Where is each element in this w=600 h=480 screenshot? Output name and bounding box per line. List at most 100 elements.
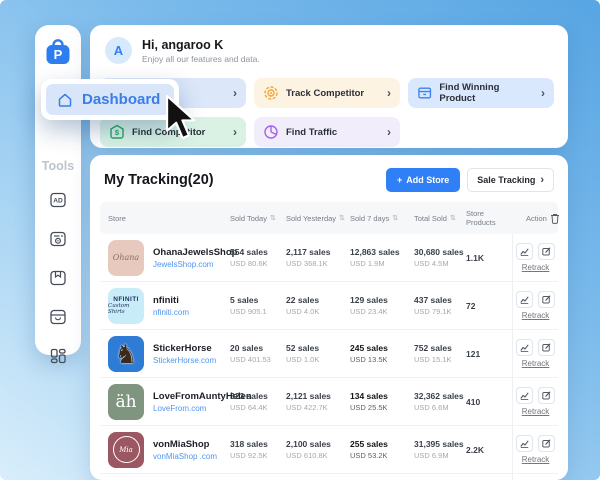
sold-7-days-usd: USD 13.5K — [350, 355, 414, 364]
sold-7-days-sales: 255 sales — [350, 439, 414, 449]
store-cell[interactable]: äh LoveFromAuntyHelen LoveFrom.com — [108, 384, 230, 420]
feature-card-find-competitor[interactable]: $ Find Competitor › — [100, 117, 246, 147]
add-store-label: Add Store — [406, 175, 449, 185]
sidebar-item-dashboard[interactable]: Dashboard — [41, 79, 179, 120]
retrack-link[interactable]: Retrack — [522, 263, 550, 272]
analytics-button[interactable] — [516, 243, 533, 260]
sold-7-days-sales: 12,863 sales — [350, 247, 414, 257]
table-row: ♞ StickerHorse StickerHorse.com 20 sales… — [100, 330, 558, 378]
column-header-sold-7-days[interactable]: Sold 7 days⇅ — [350, 214, 414, 223]
sold-today-usd: USD 80.6K — [230, 259, 286, 268]
action-cell: Retrack — [512, 378, 558, 425]
package-icon[interactable] — [49, 269, 67, 287]
action-cell: Retrack — [512, 474, 558, 480]
svg-text:AD: AD — [53, 198, 63, 205]
sold-7-days-usd: USD 53.2K — [350, 451, 414, 460]
action-cell: Retrack — [512, 330, 558, 377]
tracking-header: My Tracking(20) + Add Store Sale Trackin… — [90, 155, 568, 202]
cell-total-sold: 752 sales USD 15.1K — [414, 343, 466, 364]
sold-yesterday-sales: 2,121 sales — [286, 391, 350, 401]
store-logo: äh — [108, 384, 144, 420]
column-header-store-products[interactable]: Store Products — [466, 209, 512, 227]
analytics-button[interactable] — [516, 387, 533, 404]
cell-sold-today: 554 sales USD 80.6K — [230, 247, 286, 268]
cell-sold-today: 20 sales USD 401.53 — [230, 343, 286, 364]
total-sold-usd: USD 4.5M — [414, 259, 466, 268]
store-domain-link[interactable]: JewelsShop.com — [153, 260, 237, 269]
analytics-button[interactable] — [516, 435, 533, 452]
retrack-link[interactable]: Retrack — [522, 455, 550, 464]
sold-yesterday-usd: USD 1.0K — [286, 355, 350, 364]
sidebar-nav: AD — [49, 191, 67, 365]
store-logo-label: äh — [115, 392, 136, 412]
svg-text:$: $ — [115, 128, 120, 137]
store-cell[interactable]: NFINITI Custom Shirts nfiniti nfiniti.co… — [108, 288, 230, 324]
feature-card-find-winning-product[interactable]: Find Winning Product › — [408, 78, 554, 108]
store-domain-link[interactable]: vonMiaShop .com — [153, 452, 217, 461]
edit-button[interactable] — [538, 435, 555, 452]
cell-total-sold: 31,395 sales USD 6.9M — [414, 439, 466, 460]
sort-icon[interactable]: ⇅ — [392, 214, 398, 222]
store-name: OhanaJewelsShop — [153, 247, 237, 258]
feature-card-track-competitor[interactable]: Track Competitor › — [254, 78, 400, 108]
retrack-link[interactable]: Retrack — [522, 407, 550, 416]
action-cell: Retrack — [512, 426, 558, 473]
store-cell[interactable]: Mia vonMiaShop vonMiaShop .com — [108, 432, 230, 468]
add-store-button[interactable]: + Add Store — [386, 168, 460, 192]
sort-icon[interactable]: ⇅ — [450, 214, 456, 222]
chart-icon — [520, 439, 529, 448]
table-row: EaselyCreated EaselyCreated .com 328 sal… — [100, 474, 558, 480]
column-header-action: Action — [512, 213, 568, 224]
feature-card-find-traffic[interactable]: Find Traffic › — [254, 117, 400, 147]
cell-sold-7-days: 134 sales USD 25.5K — [350, 391, 414, 412]
feature-card-label: Find Winning Product — [439, 82, 534, 104]
retrack-link[interactable]: Retrack — [522, 311, 550, 320]
sort-icon[interactable]: ⇅ — [270, 214, 276, 222]
sort-icon[interactable]: ⇅ — [339, 214, 345, 222]
store-domain-link[interactable]: nfiniti.com — [153, 308, 189, 317]
total-sold-sales: 32,362 sales — [414, 391, 466, 401]
chevron-right-icon: › — [387, 86, 391, 100]
sold-7-days-sales: 129 sales — [350, 295, 414, 305]
retrack-link[interactable]: Retrack — [522, 359, 550, 368]
cell-sold-7-days: 129 sales USD 23.4K — [350, 295, 414, 316]
column-header-sold-today[interactable]: Sold Today⇅ — [230, 214, 286, 223]
store-cell[interactable]: Ohana OhanaJewelsShop JewelsShop.com — [108, 240, 230, 276]
tools-section-label: Tools — [42, 159, 74, 173]
store-cell[interactable]: ♞ StickerHorse StickerHorse.com — [108, 336, 230, 372]
column-header-store[interactable]: Store — [108, 214, 230, 223]
avatar[interactable]: A — [105, 37, 132, 64]
table-row: NFINITI Custom Shirts nfiniti nfiniti.co… — [100, 282, 558, 330]
analytics-button[interactable] — [516, 339, 533, 356]
edit-button[interactable] — [538, 387, 555, 404]
app-logo[interactable]: P — [43, 37, 73, 67]
store-logo: ♞ — [108, 336, 144, 372]
sold-yesterday-sales: 2,117 sales — [286, 247, 350, 257]
store-logo-sub: Custom Shirts — [108, 303, 144, 315]
total-sold-usd: USD 15.1K — [414, 355, 466, 364]
apps-grid-icon[interactable] — [49, 347, 67, 365]
store-logo-label: ♞ — [114, 341, 137, 367]
chevron-right-icon: › — [541, 86, 545, 100]
analytics-button[interactable] — [516, 291, 533, 308]
table-header-row: Store Sold Today⇅ Sold Yesterday⇅ Sold 7… — [100, 202, 558, 234]
cell-sold-7-days: 255 sales USD 53.2K — [350, 439, 414, 460]
store-domain-link[interactable]: StickerHorse.com — [153, 356, 216, 365]
column-header-sold-yesterday[interactable]: Sold Yesterday⇅ — [286, 214, 350, 223]
sold-today-sales: 323 sales — [230, 391, 286, 401]
ad-icon[interactable]: AD — [49, 191, 67, 209]
edit-button[interactable] — [538, 339, 555, 356]
plus-icon: + — [397, 175, 402, 185]
tracking-table: Store Sold Today⇅ Sold Yesterday⇅ Sold 7… — [100, 202, 558, 480]
action-cell: Retrack — [512, 234, 558, 281]
column-header-total-sold[interactable]: Total Sold⇅ — [414, 214, 466, 223]
edit-button[interactable] — [538, 291, 555, 308]
store-name: StickerHorse — [153, 343, 216, 354]
sale-tracking-button[interactable]: Sale Tracking › — [467, 168, 554, 192]
trash-icon[interactable] — [550, 213, 560, 224]
edit-button[interactable] — [538, 243, 555, 260]
storefront-icon[interactable] — [49, 308, 67, 326]
product-scan-icon[interactable] — [49, 230, 67, 248]
action-cell: Retrack — [512, 282, 558, 329]
tracking-title: My Tracking(20) — [104, 172, 214, 188]
